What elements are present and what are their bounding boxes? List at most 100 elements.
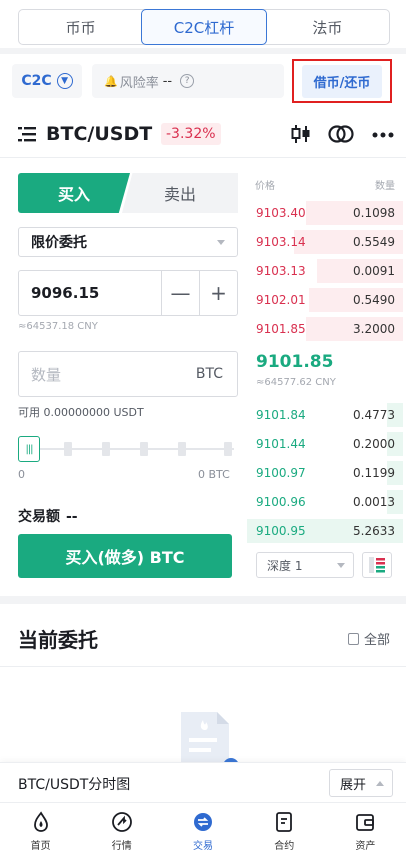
nav-home-label: 首页 xyxy=(30,841,51,852)
slider-handle[interactable]: ||| xyxy=(18,436,40,462)
bid-price: 9101.44 xyxy=(256,437,306,451)
ask-price: 9103.14 xyxy=(256,235,306,249)
last-price: 9101.85 xyxy=(256,352,334,372)
book-layout-button[interactable] xyxy=(362,552,392,578)
slider-node-extra[interactable] xyxy=(178,442,186,456)
bid-qty: 0.1199 xyxy=(353,466,395,480)
expand-chart-button[interactable]: 展开 xyxy=(329,769,393,797)
bid-row[interactable]: 9100.95 5.2633 xyxy=(247,519,403,543)
slider-track xyxy=(28,448,234,450)
order-type-value: 限价委托 xyxy=(31,235,87,251)
nav-assets[interactable]: 资产 xyxy=(325,803,406,858)
tab-buy[interactable]: 买入 xyxy=(18,173,130,213)
order-type-select[interactable]: 限价委托 xyxy=(18,227,238,257)
borrow-repay-highlight: 借币/还币 xyxy=(292,59,392,103)
ask-row[interactable]: 9102.01 0.5490 xyxy=(247,288,403,312)
nav-contract[interactable]: 合约 xyxy=(244,803,325,858)
ask-price: 9103.13 xyxy=(256,264,306,278)
bid-row[interactable]: 9100.97 0.1199 xyxy=(247,461,403,485)
amount-slider[interactable]: ||| xyxy=(18,436,238,462)
assets-icon xyxy=(356,814,375,831)
ask-row[interactable]: 9103.40 0.1098 xyxy=(247,201,403,225)
divider xyxy=(0,596,406,604)
trade-amount-label: 交易额 xyxy=(18,509,60,525)
depth-value: 深度 1 xyxy=(267,558,303,573)
ask-row[interactable]: 9103.13 0.0091 xyxy=(247,259,403,283)
trade-amount-value: -- xyxy=(66,509,78,525)
timeshare-chart-bar: BTC/USDT分时图 展开 xyxy=(0,762,406,802)
price-input[interactable]: 9096.15 xyxy=(19,271,161,315)
ask-qty: 0.5549 xyxy=(353,235,395,249)
slider-node-75[interactable] xyxy=(140,442,148,456)
caret-up-icon xyxy=(376,781,384,786)
pair-change-badge: -3.32% xyxy=(161,123,221,145)
trade-icon xyxy=(194,813,212,831)
nav-home[interactable]: 首页 xyxy=(0,803,81,858)
nav-assets-label: 资产 xyxy=(355,841,376,852)
available-balance: 可用 0.00000000 USDT xyxy=(18,406,144,419)
ask-row[interactable]: 9103.14 0.5549 xyxy=(247,230,403,254)
price-input-group: 9096.15 — + xyxy=(18,270,238,316)
price-cny-estimate: ≈64537.18 CNY xyxy=(18,321,98,332)
bottom-navigation: 首页 行情 交易 合约 资产 xyxy=(0,802,406,858)
market-type-tab-group: 币币 C2C杠杆 法币 xyxy=(18,9,390,45)
slider-node-100[interactable] xyxy=(224,442,232,456)
buy-long-button[interactable]: 买入(做多) BTC xyxy=(18,534,232,578)
ask-price: 9102.01 xyxy=(256,293,306,307)
expand-chart-label: 展开 xyxy=(340,777,367,793)
ask-qty: 3.2000 xyxy=(353,322,395,336)
slider-node-50[interactable] xyxy=(102,442,110,456)
depth-select[interactable]: 深度 1 xyxy=(256,552,354,578)
margin-mode-selector[interactable]: C2C ▼ xyxy=(12,64,82,98)
nav-trade-label: 交易 xyxy=(193,841,213,852)
bid-qty: 0.0013 xyxy=(353,495,395,509)
nav-trade[interactable]: 交易 xyxy=(162,803,243,858)
nav-contract-label: 合约 xyxy=(274,841,295,852)
borrow-repay-button[interactable]: 借币/还币 xyxy=(301,64,383,98)
price-increase-button[interactable]: + xyxy=(199,271,237,315)
caret-down-icon xyxy=(217,240,225,245)
home-icon xyxy=(33,811,48,832)
tab-sell[interactable]: 卖出 xyxy=(122,173,238,213)
bid-row[interactable]: 9100.96 0.0013 xyxy=(247,490,403,514)
risk-rate-label: 风险率 xyxy=(119,75,159,91)
pair-header: BTC/USDT -3.32% xyxy=(0,112,406,156)
order-book-price-header: 价格 xyxy=(255,181,275,192)
bid-price: 9100.97 xyxy=(256,466,306,480)
all-orders-label: 全部 xyxy=(364,633,391,648)
slider-min-label: 0 xyxy=(18,468,25,481)
bid-qty: 0.4773 xyxy=(353,408,395,422)
caret-down-icon xyxy=(337,563,345,568)
risk-rate: 🔔 风险率 -- ? xyxy=(92,64,284,98)
market-type-tabs: 币币 C2C杠杆 法币 xyxy=(0,0,406,54)
current-orders-title: 当前委托 xyxy=(18,628,98,652)
ask-row[interactable]: 9101.85 3.2000 xyxy=(247,317,403,341)
overlap-circles-icon[interactable] xyxy=(328,123,354,145)
book-layout-icon xyxy=(369,557,385,573)
timeshare-chart-title: BTC/USDT分时图 xyxy=(18,777,131,793)
ask-qty: 0.0091 xyxy=(353,264,395,278)
tab-c2c-margin[interactable]: C2C杠杆 xyxy=(141,9,267,45)
ask-qty: 0.5490 xyxy=(353,293,395,307)
buy-sell-tabs: 买入 卖出 xyxy=(18,173,238,213)
tab-spot[interactable]: 币币 xyxy=(19,10,142,44)
nav-market[interactable]: 行情 xyxy=(81,803,162,858)
ask-price: 9101.85 xyxy=(256,322,306,336)
ask-qty: 0.1098 xyxy=(353,206,395,220)
bid-price: 9101.84 xyxy=(256,408,306,422)
menu-icon[interactable] xyxy=(18,126,36,142)
risk-rate-value: -- xyxy=(162,73,173,89)
divider xyxy=(0,157,406,158)
amount-input[interactable]: 数量 BTC xyxy=(18,351,238,397)
bid-row[interactable]: 9101.44 0.2000 xyxy=(247,432,403,456)
pair-symbol[interactable]: BTC/USDT xyxy=(46,123,152,145)
help-icon[interactable]: ? xyxy=(180,74,195,88)
slider-node-25[interactable] xyxy=(64,442,72,456)
tab-fiat[interactable]: 法币 xyxy=(266,10,389,44)
price-decrease-button[interactable]: — xyxy=(161,271,199,315)
more-icon[interactable] xyxy=(372,132,394,138)
document-icon xyxy=(348,632,359,645)
candlestick-chart-icon[interactable] xyxy=(290,123,312,145)
all-orders-link[interactable]: 全部 xyxy=(348,629,390,648)
bid-row[interactable]: 9101.84 0.4773 xyxy=(247,403,403,427)
